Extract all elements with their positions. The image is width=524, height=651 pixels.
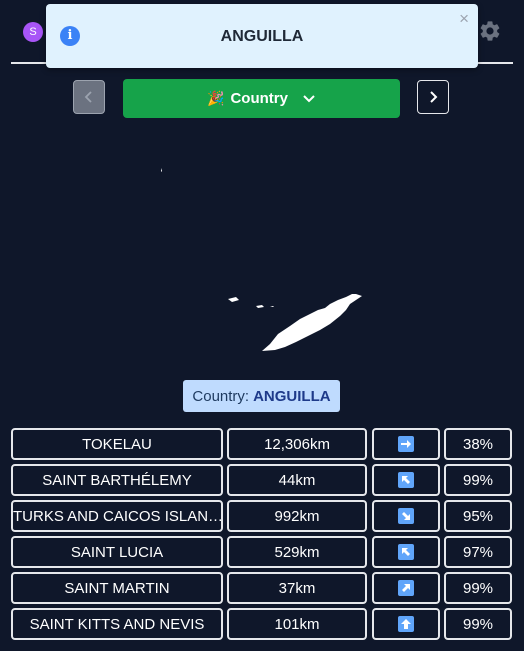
guess-percent: 99% bbox=[444, 608, 512, 640]
guess-distance: 37km bbox=[227, 572, 367, 604]
chevron-right-icon bbox=[430, 91, 438, 103]
guess-direction bbox=[372, 428, 440, 460]
toast-title: ANGUILLA bbox=[220, 28, 304, 45]
guess-direction bbox=[372, 608, 440, 640]
guess-row: TOKELAU 12,306km 38% bbox=[11, 428, 513, 460]
guess-name: SAINT KITTS AND NEVIS bbox=[11, 608, 223, 640]
guess-direction bbox=[372, 500, 440, 532]
answer-toast: i ANGUILLA × bbox=[46, 4, 478, 68]
guess-row: SAINT MARTIN 37km 99% bbox=[11, 572, 513, 604]
arrow-south-east-icon bbox=[398, 508, 414, 524]
arrow-east-icon bbox=[398, 436, 414, 452]
guess-distance: 44km bbox=[227, 464, 367, 496]
country-silhouette bbox=[161, 168, 362, 351]
guess-distance: 529km bbox=[227, 536, 367, 568]
guess-distance: 101km bbox=[227, 608, 367, 640]
chevron-left-icon bbox=[84, 91, 92, 103]
guess-name: TOKELAU bbox=[11, 428, 223, 460]
guess-name: SAINT LUCIA bbox=[11, 536, 223, 568]
guess-distance: 992km bbox=[227, 500, 367, 532]
arrow-north-west-icon bbox=[398, 544, 414, 560]
guess-distance: 12,306km bbox=[227, 428, 367, 460]
mode-select-button[interactable]: 🎉 Country bbox=[123, 79, 400, 118]
guess-percent: 97% bbox=[444, 536, 512, 568]
guess-name: SAINT BARTHÉLEMY bbox=[11, 464, 223, 496]
guess-row: TURKS AND CAICOS ISLAN… 992km 95% bbox=[11, 500, 513, 532]
guess-name: SAINT MARTIN bbox=[11, 572, 223, 604]
guess-percent: 99% bbox=[444, 572, 512, 604]
arrow-north-west-icon bbox=[398, 472, 414, 488]
guess-direction bbox=[372, 464, 440, 496]
arrow-north-east-icon bbox=[398, 580, 414, 596]
arrow-north-icon bbox=[398, 616, 414, 632]
guess-percent: 38% bbox=[444, 428, 512, 460]
guess-name: TURKS AND CAICOS ISLAN… bbox=[11, 500, 223, 532]
answer-value: ANGUILLA bbox=[253, 387, 331, 405]
guess-direction bbox=[372, 536, 440, 568]
answer-prefix: Country: bbox=[192, 387, 250, 405]
next-button[interactable] bbox=[417, 80, 449, 114]
party-popper-icon: 🎉 bbox=[207, 90, 225, 106]
guess-row: SAINT KITTS AND NEVIS 101km 99% bbox=[11, 608, 513, 640]
chevron-down-icon bbox=[303, 94, 315, 102]
previous-button[interactable] bbox=[73, 80, 105, 114]
guess-row: SAINT LUCIA 529km 97% bbox=[11, 536, 513, 568]
guess-row: SAINT BARTHÉLEMY 44km 99% bbox=[11, 464, 513, 496]
guess-percent: 95% bbox=[444, 500, 512, 532]
guess-direction bbox=[372, 572, 440, 604]
answer-badge: Country: ANGUILLA bbox=[183, 380, 340, 412]
user-avatar[interactable]: S bbox=[23, 22, 43, 42]
close-icon[interactable]: × bbox=[459, 10, 469, 28]
settings-gear-icon[interactable] bbox=[478, 19, 502, 43]
mode-label: Country bbox=[230, 90, 288, 107]
guess-percent: 99% bbox=[444, 464, 512, 496]
